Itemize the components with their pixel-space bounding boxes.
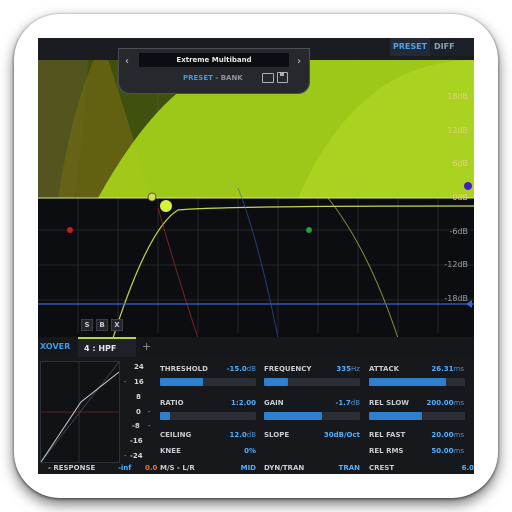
dyn-tran-label: DYN/TRAN (264, 464, 305, 472)
db-label-18: 18dB (447, 92, 468, 101)
save-icon[interactable] (277, 72, 288, 83)
db-label-minus-12: -12dB (444, 260, 468, 269)
gain-value[interactable]: -1.7dB (320, 399, 360, 407)
scale-16: 16 (134, 378, 144, 386)
preset-name-display[interactable]: Extreme Multiband (139, 53, 289, 67)
slope-value[interactable]: 30dB/Oct (314, 431, 360, 439)
add-band-button[interactable]: + (142, 337, 151, 357)
band-node-3 (160, 200, 172, 212)
dyn-tran-value[interactable]: TRAN (320, 464, 360, 472)
band-node-1 (67, 227, 73, 233)
plugin-window: PRESET DIFF 18dB 12dB 6dB 0dB -6dB -12dB… (38, 38, 474, 474)
gain-slider[interactable] (264, 412, 360, 420)
ceiling-value[interactable]: 12.0dB (218, 431, 256, 439)
rel-slow-slider[interactable] (369, 412, 465, 420)
ms-lr-label: M/S - L/R (160, 464, 195, 472)
response-value[interactable]: -inf (118, 464, 131, 472)
threshold-slider-fill (160, 378, 204, 386)
db-label-minus-6: -6dB (449, 227, 468, 236)
rel-rms-label: REL RMS (369, 447, 404, 455)
tab-hpf[interactable]: 4 : HPF (78, 337, 136, 357)
attack-slider-fill (369, 378, 446, 386)
scale-minus-8: -8 (132, 422, 140, 430)
ceiling-label: CEILING (160, 431, 192, 439)
crest-label: CREST (369, 464, 395, 472)
attack-slider[interactable] (369, 378, 465, 386)
preset-separator: - (212, 74, 221, 82)
transfer-curve-graph (40, 361, 120, 463)
ratio-label: RATIO (160, 399, 184, 407)
tab-xover[interactable]: XOVER (40, 337, 70, 357)
delete-band-button[interactable]: X (111, 319, 123, 331)
preset-link[interactable]: PRESET (183, 74, 213, 82)
folder-icon[interactable] (262, 73, 274, 83)
band-node-2 (147, 192, 157, 202)
rel-slow-value[interactable]: 200.00ms (418, 399, 464, 407)
frequency-slider-fill (264, 378, 288, 386)
response-label: - RESPONSE (48, 464, 96, 472)
rel-fast-label: REL FAST (369, 431, 406, 439)
ratio-slider-fill (160, 412, 170, 420)
scale-tick-minus-24: - (124, 452, 127, 460)
crest-value[interactable]: 6.0 (428, 464, 474, 472)
frequency-label: FREQUENCY (264, 365, 312, 373)
bank-link[interactable]: BANK (221, 74, 243, 82)
knee-label: KNEE (160, 447, 181, 455)
db-label-minus-18: -18dB (444, 294, 468, 303)
frequency-value[interactable]: 335Hz (320, 365, 360, 373)
rel-fast-value[interactable]: 20.00ms (418, 431, 464, 439)
prev-preset-icon[interactable]: ‹ (125, 56, 129, 67)
bypass-button[interactable]: B (96, 319, 108, 331)
knee-value[interactable]: 0% (218, 447, 256, 455)
scale-minus-16: -16 (130, 437, 143, 445)
db-label-0: 0dB (452, 193, 468, 202)
scale-0: 0 (136, 408, 141, 416)
threshold-label: THRESHOLD (160, 365, 208, 373)
next-preset-icon[interactable]: › (297, 56, 301, 67)
scale-tick-16: - (124, 378, 127, 386)
preset-bank-label: PRESET - BANK (183, 74, 243, 82)
attack-label: ATTACK (369, 365, 400, 373)
band-node-5 (464, 182, 472, 190)
rel-slow-label: REL SLOW (369, 399, 409, 407)
ratio-value[interactable]: 1:2.00 (218, 399, 256, 407)
frequency-slider[interactable] (264, 378, 360, 386)
solo-button[interactable]: S (81, 319, 93, 331)
band-node-4 (306, 227, 312, 233)
scale-8: 8 (136, 393, 141, 401)
scale-minus-24: -24 (130, 452, 143, 460)
preset-panel: ‹ › Extreme Multiband PRESET - BANK (118, 48, 310, 94)
gain-slider-fill (264, 412, 322, 420)
ratio-slider[interactable] (160, 412, 256, 420)
scale-tick-0: - (148, 408, 151, 416)
threshold-value[interactable]: -15.0dB (218, 365, 256, 373)
slope-label: SLOPE (264, 431, 290, 439)
db-label-6: 6dB (452, 159, 468, 168)
rel-rms-value[interactable]: 50.00ms (418, 447, 464, 455)
gain-label: GAIN (264, 399, 284, 407)
attack-value[interactable]: 26.31ms (418, 365, 464, 373)
ms-lr-value[interactable]: MID (218, 464, 256, 472)
response-gain-value[interactable]: 0.0 (145, 464, 157, 472)
db-label-12: 12dB (447, 126, 468, 135)
scale-tick-minus-8: - (148, 422, 151, 430)
threshold-slider[interactable] (160, 378, 256, 386)
rel-slow-slider-fill (369, 412, 422, 420)
scale-24: 24 (134, 363, 144, 371)
